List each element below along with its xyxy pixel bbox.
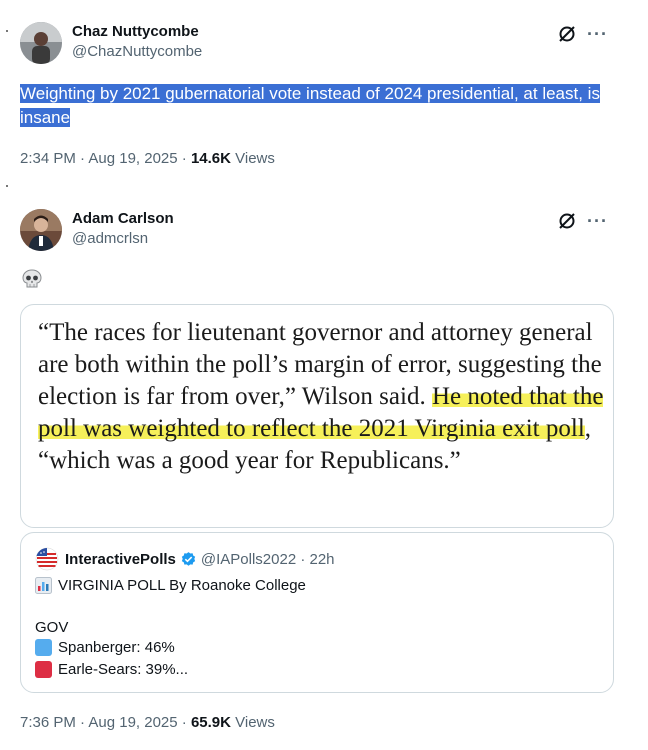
margin-dot <box>6 185 8 187</box>
quoted-line: Spanberger: 46% <box>35 639 175 656</box>
handle[interactable]: @admcrlsn <box>72 229 174 249</box>
bar-chart-icon <box>35 577 58 594</box>
us-flag-icon[interactable] <box>35 547 59 571</box>
tweet-text: Weighting by 2021 gubernatorial vote ins… <box>20 82 600 130</box>
blue-square-icon <box>35 639 52 656</box>
quoted-line: Earle-Sears: 39%... <box>35 661 188 678</box>
views-label: Views <box>230 714 275 731</box>
skull-icon <box>21 268 43 290</box>
quoted-display-name[interactable]: InteractivePolls <box>65 551 176 568</box>
quoted-handle[interactable]: @IAPolls2022 · 22h <box>201 551 335 568</box>
tweet-2-header: Adam Carlson @admcrlsn <box>20 209 174 251</box>
tweet-meta: 7:36 PM · Aug 19, 2025 · 65.9K Views <box>20 714 275 731</box>
quoted-text-line4: Earle-Sears: 39%... <box>58 661 189 678</box>
quoted-text-line3: Spanberger: 46% <box>58 639 175 656</box>
views-count: 14.6K <box>190 150 231 167</box>
handle[interactable]: @ChazNuttycombe <box>72 42 202 62</box>
quoted-tweet[interactable]: InteractivePolls @IAPolls2022 · 22h VIRG… <box>20 532 614 693</box>
attached-image[interactable]: “The races for lieutenant governor and a… <box>20 304 614 528</box>
quoted-text-line1: VIRGINIA POLL By Roanoke College <box>58 577 306 594</box>
quoted-line: VIRGINIA POLL By Roanoke College <box>35 577 306 594</box>
more-icon[interactable]: ··· <box>587 211 608 231</box>
timestamp[interactable]: 7:36 PM · Aug 19, 2025 · <box>20 714 191 731</box>
avatar[interactable] <box>20 22 62 64</box>
grok-icon[interactable] <box>557 211 577 231</box>
verified-badge-icon <box>180 551 197 568</box>
margin-dot <box>6 30 8 32</box>
tweet-meta: 2:34 PM · Aug 19, 2025 · 14.6K Views <box>20 150 275 167</box>
tweet-1-header: Chaz Nuttycombe @ChazNuttycombe <box>20 22 202 64</box>
image-quote-text: “The races for lieutenant governor and a… <box>38 317 608 477</box>
views-count: 65.9K <box>190 714 231 731</box>
tweet-text-content: Weighting by 2021 gubernatorial vote ins… <box>20 84 600 127</box>
quoted-line: GOV <box>35 619 68 636</box>
more-icon[interactable]: ··· <box>587 24 608 44</box>
avatar[interactable] <box>20 209 62 251</box>
red-square-icon <box>35 661 52 678</box>
quoted-text-line2: GOV <box>35 619 69 636</box>
grok-icon[interactable] <box>557 24 577 44</box>
display-name[interactable]: Adam Carlson <box>72 209 174 229</box>
display-name[interactable]: Chaz Nuttycombe <box>72 22 202 42</box>
timestamp[interactable]: 2:34 PM · Aug 19, 2025 · <box>20 150 191 167</box>
views-label: Views <box>230 150 275 167</box>
